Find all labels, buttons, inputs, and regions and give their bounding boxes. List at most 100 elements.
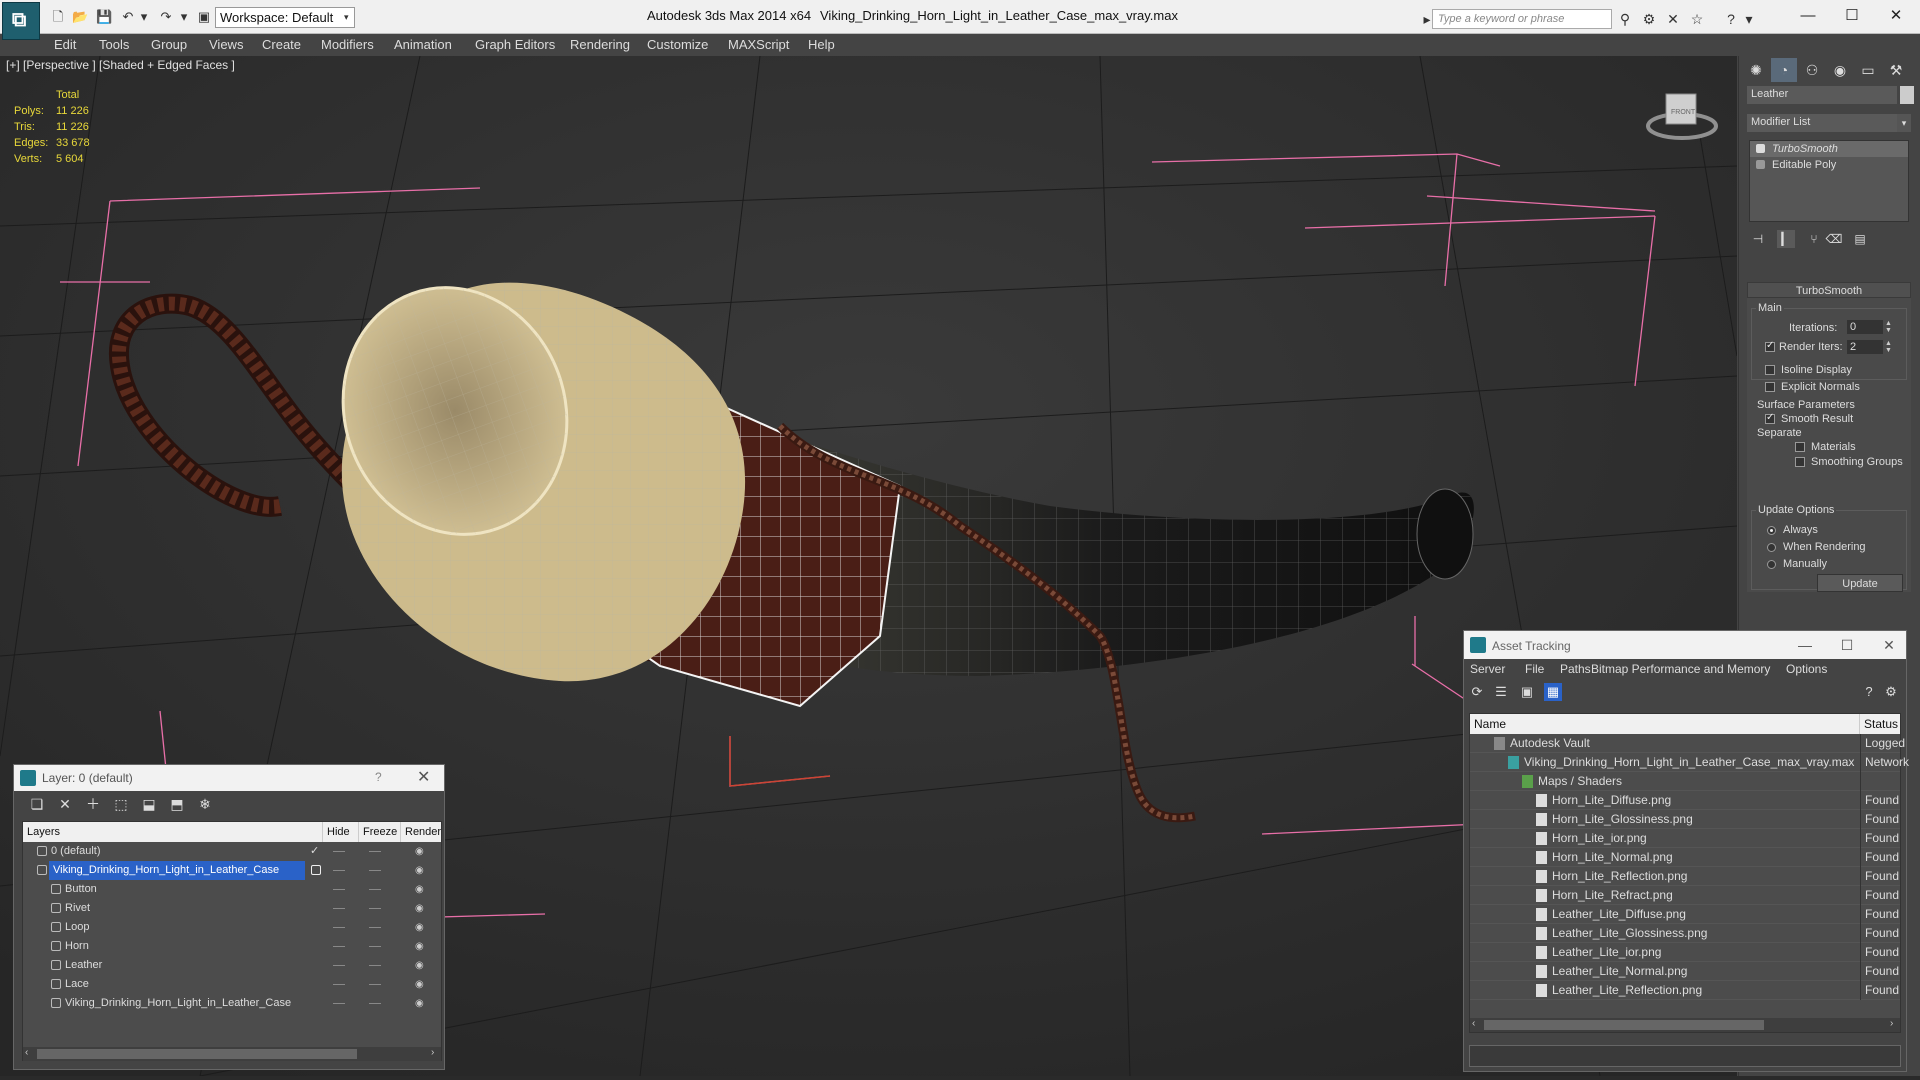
asset-row[interactable]: Leather_Lite_Reflection.png Found bbox=[1470, 981, 1900, 1000]
asset-row[interactable]: Maps / Shaders bbox=[1470, 772, 1900, 791]
communication-icon[interactable]: ✕ bbox=[1664, 10, 1682, 28]
spinner-arrows-icon[interactable]: ▲ ▼ bbox=[1885, 320, 1893, 334]
hide-toggle[interactable] bbox=[333, 927, 345, 928]
object-color-swatch[interactable] bbox=[1900, 86, 1914, 104]
menu-file[interactable]: File bbox=[1525, 662, 1544, 676]
hide-toggle[interactable] bbox=[333, 851, 345, 852]
object-name-field[interactable]: Leather bbox=[1747, 86, 1897, 104]
hide-toggle[interactable] bbox=[333, 965, 345, 966]
layer-row[interactable]: Horn ◉ bbox=[23, 937, 441, 956]
menu-help[interactable]: Help bbox=[808, 34, 835, 56]
update-button[interactable]: Update bbox=[1817, 574, 1903, 592]
configure-sets-icon[interactable]: ▤ bbox=[1851, 230, 1869, 248]
highlight-layer-icon[interactable]: ⬓ bbox=[140, 795, 158, 813]
asset-row[interactable]: Leather_Lite_Diffuse.png Found bbox=[1470, 905, 1900, 924]
settings-icon[interactable]: ⚙ bbox=[1882, 683, 1900, 701]
redo-icon[interactable]: ↷ bbox=[158, 9, 174, 25]
menu-bitmap-performance[interactable]: Bitmap Performance and Memory bbox=[1591, 662, 1770, 676]
favorites-star-icon[interactable]: ☆ bbox=[1688, 10, 1706, 28]
workspace-dropdown[interactable]: Workspace: Default bbox=[215, 7, 355, 28]
explicit-normals-checkbox[interactable] bbox=[1765, 382, 1775, 392]
menu-edit[interactable]: Edit bbox=[54, 34, 76, 56]
render-teapot-icon[interactable]: ◉ bbox=[415, 885, 426, 895]
freeze-all-icon[interactable]: ❄ bbox=[196, 795, 214, 813]
menu-animation[interactable]: Animation bbox=[394, 34, 452, 56]
menu-modifiers[interactable]: Modifiers bbox=[321, 34, 374, 56]
scroll-thumb[interactable] bbox=[37, 1049, 357, 1059]
hide-toggle[interactable] bbox=[333, 984, 345, 985]
create-tab-icon[interactable]: ✺ bbox=[1743, 58, 1769, 82]
modifier-list-dropdown[interactable]: Modifier List bbox=[1747, 114, 1909, 132]
menu-graph-editors[interactable]: Graph Editors bbox=[475, 34, 555, 56]
chevron-down-icon[interactable]: ▾ bbox=[1897, 114, 1911, 132]
asset-path-field[interactable] bbox=[1469, 1045, 1901, 1067]
asset-row[interactable]: Horn_Lite_Refract.png Found bbox=[1470, 886, 1900, 905]
create-layer-icon[interactable]: ❏ bbox=[28, 795, 46, 813]
when-rendering-radio[interactable] bbox=[1767, 543, 1776, 552]
freeze-toggle[interactable] bbox=[369, 965, 381, 966]
workspace-arrow-icon[interactable]: ▾ bbox=[344, 7, 356, 28]
asset-row[interactable]: Horn_Lite_Glossiness.png Found bbox=[1470, 810, 1900, 829]
new-file-icon[interactable]: 🗋 bbox=[50, 9, 66, 25]
asset-row[interactable]: Leather_Lite_Glossiness.png Found bbox=[1470, 924, 1900, 943]
select-objects-icon[interactable]: ⬚ bbox=[112, 795, 130, 813]
freeze-toggle[interactable] bbox=[369, 870, 381, 871]
save-file-icon[interactable]: 💾 bbox=[96, 9, 112, 25]
layer-name[interactable]: Leather bbox=[65, 956, 102, 975]
close-button[interactable]: ✕ bbox=[1874, 635, 1904, 655]
menu-options[interactable]: Options bbox=[1786, 662, 1827, 676]
maximize-button[interactable]: ☐ bbox=[1832, 635, 1862, 655]
redo-dropdown-icon[interactable]: ▾ bbox=[176, 9, 192, 25]
render-iters-spinner[interactable]: 2 bbox=[1847, 340, 1883, 354]
show-end-result-icon[interactable]: ▎ bbox=[1777, 230, 1795, 248]
remove-modifier-icon[interactable]: ⌫ bbox=[1825, 230, 1843, 248]
hide-toggle[interactable] bbox=[333, 946, 345, 947]
hide-toggle[interactable] bbox=[333, 908, 345, 909]
smoothing-groups-checkbox[interactable] bbox=[1795, 457, 1805, 467]
freeze-toggle[interactable] bbox=[369, 851, 381, 852]
freeze-toggle[interactable] bbox=[369, 984, 381, 985]
layer-name[interactable]: Loop bbox=[65, 918, 89, 937]
help-icon[interactable]: ? bbox=[375, 770, 382, 784]
scroll-left-icon[interactable]: ‹ bbox=[25, 1047, 28, 1058]
menu-create[interactable]: Create bbox=[262, 34, 301, 56]
asset-row[interactable]: Viking_Drinking_Horn_Light_in_Leather_Ca… bbox=[1470, 753, 1909, 772]
col-hide[interactable]: Hide bbox=[323, 822, 359, 842]
scroll-left-icon[interactable]: ‹ bbox=[1472, 1018, 1475, 1029]
menu-views[interactable]: Views bbox=[209, 34, 243, 56]
delete-layer-icon[interactable]: ✕ bbox=[56, 795, 74, 813]
hierarchy-tab-icon[interactable]: ⚇ bbox=[1799, 58, 1825, 82]
help-icon[interactable]: ? bbox=[1860, 683, 1878, 701]
asset-row[interactable]: Horn_Lite_ior.png Found bbox=[1470, 829, 1900, 848]
layer-name[interactable]: Viking_Drinking_Horn_Light_in_Leather_Ca… bbox=[49, 861, 305, 880]
layer-name[interactable]: 0 (default) bbox=[51, 842, 101, 861]
motion-tab-icon[interactable]: ◉ bbox=[1827, 58, 1853, 82]
render-teapot-icon[interactable]: ◉ bbox=[415, 904, 426, 914]
layer-row[interactable]: Lace ◉ bbox=[23, 975, 441, 994]
set-active-box-icon[interactable] bbox=[311, 865, 321, 875]
lightbulb-icon[interactable] bbox=[1756, 144, 1765, 153]
hide-toggle[interactable] bbox=[333, 1003, 345, 1004]
menu-paths[interactable]: Paths bbox=[1560, 662, 1591, 676]
layer-row[interactable]: Leather ◉ bbox=[23, 956, 441, 975]
manually-radio[interactable] bbox=[1767, 560, 1776, 569]
menu-tools[interactable]: Tools bbox=[99, 34, 129, 56]
subscription-icon[interactable]: ⚙ bbox=[1640, 10, 1658, 28]
freeze-toggle[interactable] bbox=[369, 1003, 381, 1004]
render-teapot-icon[interactable]: ◉ bbox=[415, 999, 426, 1009]
project-folder-icon[interactable]: ▣ bbox=[196, 9, 212, 25]
col-status[interactable]: Status bbox=[1860, 714, 1900, 734]
layer-name[interactable]: Rivet bbox=[65, 899, 90, 918]
expand-icon[interactable] bbox=[1756, 160, 1765, 169]
table-view-icon[interactable]: ▦ bbox=[1544, 683, 1562, 701]
layer-row[interactable]: 0 (default) ✓ ◉ bbox=[23, 842, 441, 861]
freeze-toggle[interactable] bbox=[369, 889, 381, 890]
freeze-toggle[interactable] bbox=[369, 927, 381, 928]
layer-name[interactable]: Button bbox=[65, 880, 97, 899]
active-layer-check-icon[interactable]: ✓ bbox=[310, 842, 319, 861]
col-render[interactable]: Render bbox=[401, 822, 441, 842]
render-iters-checkbox[interactable] bbox=[1765, 340, 1775, 352]
undo-dropdown-icon[interactable]: ▾ bbox=[136, 9, 152, 25]
thumbnail-view-icon[interactable]: ▣ bbox=[1518, 683, 1536, 701]
horizontal-scrollbar[interactable]: ‹ › bbox=[23, 1047, 441, 1061]
